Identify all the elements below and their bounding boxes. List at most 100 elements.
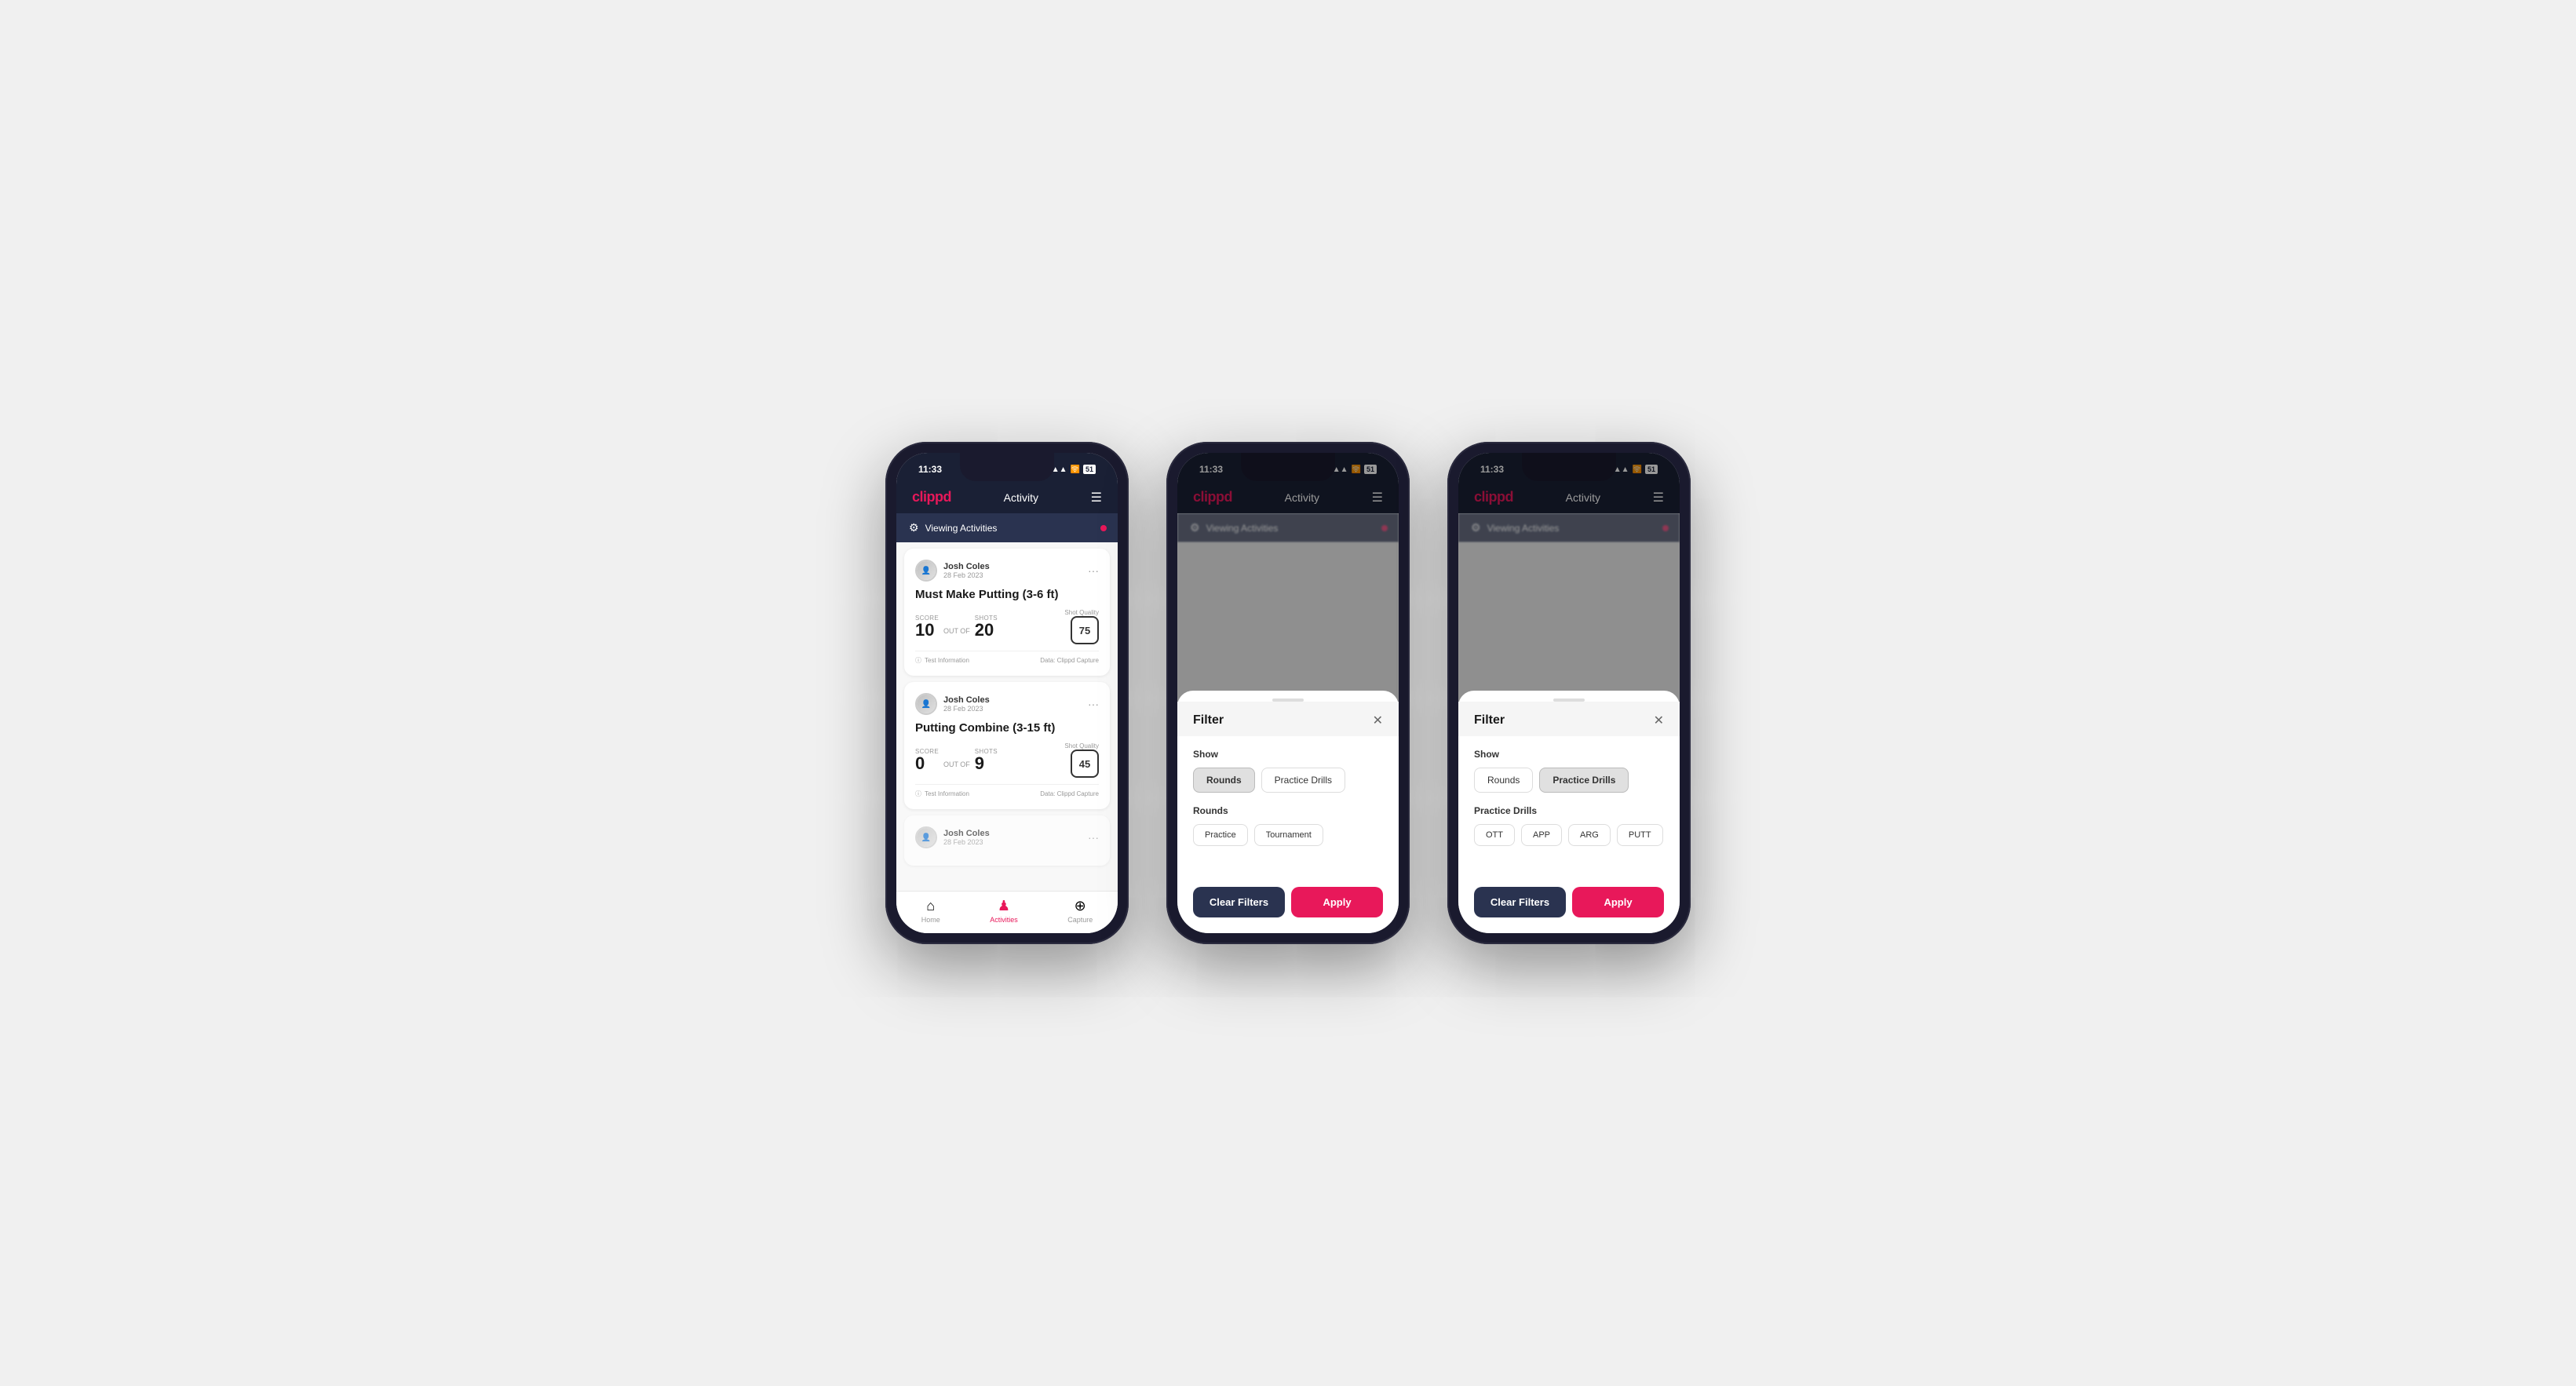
logo-1: clippd [912, 489, 951, 505]
out-of-2: OUT OF [943, 760, 970, 768]
show-label-2: Show [1193, 749, 1383, 760]
practice-drills-tab-btn-3[interactable]: Practice Drills [1539, 768, 1629, 793]
bottom-nav-1: ⌂ Home ♟ Activities ⊕ Capture [896, 891, 1118, 933]
filter-footer-3: Clear Filters Apply [1458, 887, 1680, 917]
practice-round-btn-2[interactable]: Practice [1193, 824, 1248, 846]
nav-home-1[interactable]: ⌂ Home [921, 898, 940, 924]
user-info-3: 👤 Josh Coles 28 Feb 2023 [915, 826, 990, 848]
shot-quality-label-1: Shot Quality [1064, 609, 1099, 616]
footer-info-1: ⓘ Test Information [915, 656, 969, 665]
battery-icon: 51 [1083, 465, 1096, 474]
show-label-3: Show [1474, 749, 1664, 760]
more-dots-2[interactable]: ··· [1088, 698, 1099, 710]
putt-btn-3[interactable]: PUTT [1617, 824, 1663, 846]
handle-bar-2 [1272, 698, 1304, 702]
filter-close-2[interactable]: ✕ [1373, 713, 1383, 728]
filter-title-3: Filter [1474, 713, 1505, 728]
user-name-3: Josh Coles [943, 829, 990, 838]
phone-3-screen: 11:33 ▲▲▲ 🛜 51 clippd Activity ☰ ⚙ Viewi… [1458, 453, 1680, 933]
filter-body-3: Show Rounds Practice Drills Practice Dri… [1458, 736, 1680, 871]
tournament-btn-2[interactable]: Tournament [1254, 824, 1323, 846]
avatar-3: 👤 [915, 826, 937, 848]
nav-capture-1[interactable]: ⊕ Capture [1067, 898, 1093, 924]
handle-bar-3 [1553, 698, 1585, 702]
avatar-inner-2: 👤 [917, 695, 936, 713]
home-icon-1: ⌂ [926, 898, 935, 914]
user-date-1: 28 Feb 2023 [943, 571, 990, 579]
card-title-1: Must Make Putting (3-6 ft) [915, 588, 1099, 601]
phone-3: 11:33 ▲▲▲ 🛜 51 clippd Activity ☰ ⚙ Viewi… [1447, 442, 1691, 944]
more-dots-1[interactable]: ··· [1088, 564, 1099, 577]
apply-btn-3[interactable]: Apply [1572, 887, 1664, 917]
footer-data-1: Data: Clippd Capture [1040, 657, 1099, 664]
user-name-1: Josh Coles [943, 562, 990, 571]
more-dots-3[interactable]: ··· [1088, 831, 1099, 844]
nav-activities-1[interactable]: ♟ Activities [990, 898, 1018, 924]
phone-1: 11:33 ▲▲▲ 🛜 51 clippd Activity ☰ ⚙ Viewi… [885, 442, 1129, 944]
activity-card-3: 👤 Josh Coles 28 Feb 2023 ··· [904, 815, 1110, 866]
avatar-1: 👤 [915, 560, 937, 582]
avatar-inner-1: 👤 [917, 561, 936, 580]
menu-icon-1[interactable]: ☰ [1091, 490, 1102, 505]
practice-drills-tab-btn-2[interactable]: Practice Drills [1261, 768, 1345, 793]
stats-row-2: Score 0 OUT OF Shots 9 Shot Quality 45 [915, 742, 1099, 778]
shot-quality-box-1: 75 [1071, 616, 1099, 644]
viewing-bar-text-1: Viewing Activities [925, 523, 998, 534]
stat-shots-2: Shots 9 [975, 748, 998, 772]
filter-handle-bar-2 [1177, 691, 1399, 702]
app-btn-3[interactable]: APP [1521, 824, 1562, 846]
shot-quality-label-2: Shot Quality [1064, 742, 1099, 750]
stats-row-1: Score 10 OUT OF Shots 20 Shot Quality 75 [915, 609, 1099, 644]
card-footer-1: ⓘ Test Information Data: Clippd Capture [915, 651, 1099, 665]
filter-body-2: Show Rounds Practice Drills Rounds Pract… [1177, 736, 1399, 871]
phone-1-screen: 11:33 ▲▲▲ 🛜 51 clippd Activity ☰ ⚙ Viewi… [896, 453, 1118, 933]
phone-2: 11:33 ▲▲▲ 🛜 51 clippd Activity ☰ ⚙ Viewi… [1166, 442, 1410, 944]
viewing-bar-1[interactable]: ⚙ Viewing Activities [896, 513, 1118, 542]
card-header-3: 👤 Josh Coles 28 Feb 2023 ··· [915, 826, 1099, 848]
filter-overlay-2: Filter ✕ Show Rounds Practice Drills Rou… [1177, 453, 1399, 933]
activities-icon-1: ♟ [998, 898, 1010, 914]
filter-header-3: Filter ✕ [1458, 702, 1680, 736]
rounds-tab-btn-3[interactable]: Rounds [1474, 768, 1533, 793]
footer-info-2: ⓘ Test Information [915, 790, 969, 798]
rounds-section-label-2: Rounds [1193, 805, 1383, 816]
info-icon-2: ⓘ [915, 790, 921, 798]
user-date-3: 28 Feb 2023 [943, 838, 990, 846]
card-header-1: 👤 Josh Coles 28 Feb 2023 ··· [915, 560, 1099, 582]
capture-icon-1: ⊕ [1075, 898, 1086, 914]
arg-btn-3[interactable]: ARG [1568, 824, 1611, 846]
activity-card-1: 👤 Josh Coles 28 Feb 2023 ··· Must Make P… [904, 549, 1110, 676]
notch [960, 453, 1054, 481]
phone-2-screen: 11:33 ▲▲▲ 🛜 51 clippd Activity ☰ ⚙ Viewi… [1177, 453, 1399, 933]
rounds-buttons-2: Practice Tournament [1193, 824, 1383, 846]
user-date-2: 28 Feb 2023 [943, 705, 990, 713]
app-header-1: clippd Activity ☰ [896, 481, 1118, 513]
filter-footer-2: Clear Filters Apply [1177, 887, 1399, 917]
filter-close-3[interactable]: ✕ [1654, 713, 1664, 728]
filter-title-2: Filter [1193, 713, 1224, 728]
header-title-1: Activity [1004, 491, 1038, 504]
screen-content-1: 👤 Josh Coles 28 Feb 2023 ··· Must Make P… [896, 542, 1118, 891]
avatar-inner-3: 👤 [917, 828, 936, 847]
clear-filters-btn-3[interactable]: Clear Filters [1474, 887, 1566, 917]
practice-drills-section-label-3: Practice Drills [1474, 805, 1664, 816]
wifi-icon: 🛜 [1071, 465, 1080, 474]
user-info-1: 👤 Josh Coles 28 Feb 2023 [915, 560, 990, 582]
out-of-1: OUT OF [943, 627, 970, 635]
show-buttons-2: Rounds Practice Drills [1193, 768, 1383, 793]
practice-drill-buttons-3: OTT APP ARG PUTT [1474, 824, 1664, 846]
clear-filters-btn-2[interactable]: Clear Filters [1193, 887, 1285, 917]
filter-handle-bar-3 [1458, 691, 1680, 702]
card-header-2: 👤 Josh Coles 28 Feb 2023 ··· [915, 693, 1099, 715]
user-name-2: Josh Coles [943, 695, 990, 705]
apply-btn-2[interactable]: Apply [1291, 887, 1383, 917]
avatar-2: 👤 [915, 693, 937, 715]
filter-sheet-3: Filter ✕ Show Rounds Practice Drills Pra… [1458, 691, 1680, 933]
ott-btn-3[interactable]: OTT [1474, 824, 1515, 846]
filter-icon-1: ⚙ [909, 521, 919, 534]
filter-sheet-2: Filter ✕ Show Rounds Practice Drills Rou… [1177, 691, 1399, 933]
shot-quality-box-2: 45 [1071, 750, 1099, 778]
rounds-tab-btn-2[interactable]: Rounds [1193, 768, 1255, 793]
filter-overlay-3: Filter ✕ Show Rounds Practice Drills Pra… [1458, 453, 1680, 933]
status-time-1: 11:33 [918, 464, 942, 475]
